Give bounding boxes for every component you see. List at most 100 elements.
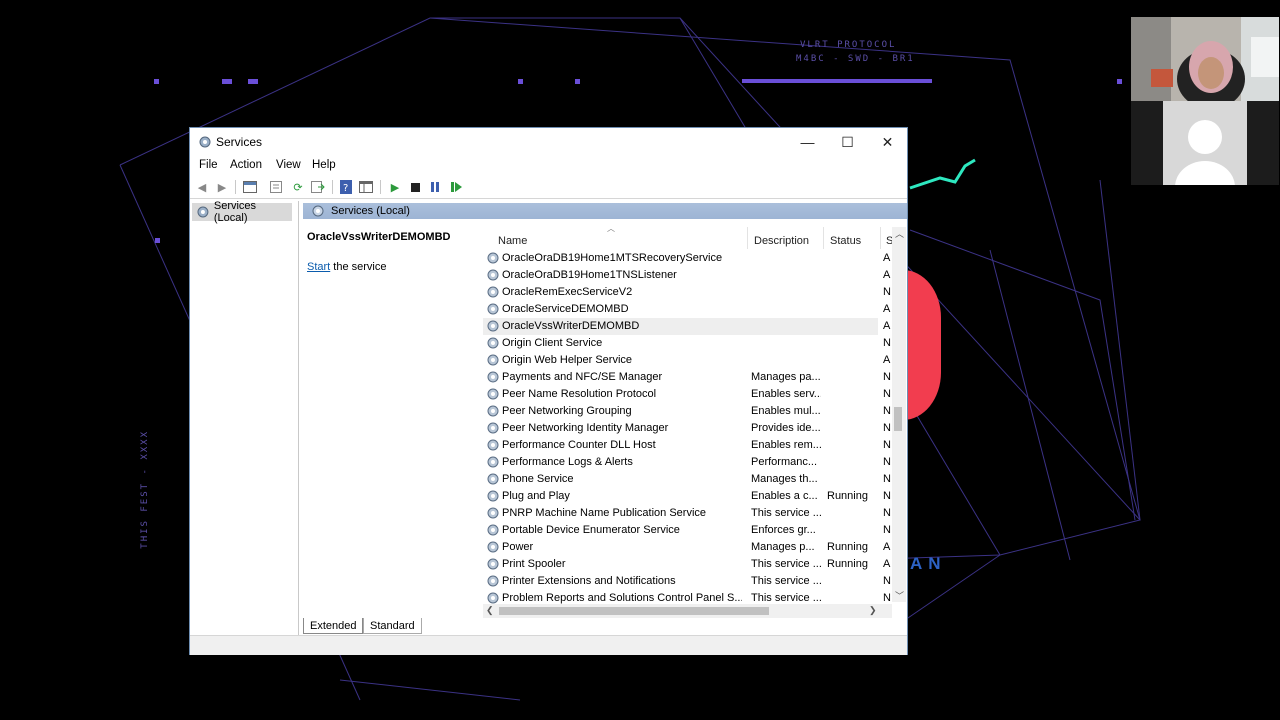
back-arrow-icon[interactable]: ◀	[194, 179, 210, 195]
pause-icon[interactable]	[427, 179, 443, 195]
service-description-cell: Enables rem...	[751, 439, 821, 451]
gear-icon	[486, 523, 500, 540]
scroll-down-icon[interactable]: ﹀	[895, 589, 904, 602]
gear-icon	[486, 268, 500, 285]
service-name-cell: OracleServiceDEMOMBD	[502, 303, 629, 315]
table-row[interactable]: Performance Logs & Alerts Performanc... N	[483, 454, 891, 471]
tab-extended[interactable]: Extended	[303, 618, 364, 634]
service-name-cell: OracleRemExecServiceV2	[502, 286, 633, 298]
table-row[interactable]: OracleVssWriterDEMOMBD A	[483, 318, 890, 335]
scroll-up-icon[interactable]: ︿	[895, 227, 904, 240]
properties-icon[interactable]	[268, 179, 284, 195]
title-bar[interactable]: Services — ☐ ✕	[190, 128, 907, 156]
gear-icon	[486, 387, 500, 404]
status-bar	[190, 635, 907, 655]
horizontal-scroll-thumb[interactable]	[499, 607, 769, 615]
tab-standard[interactable]: Standard	[363, 618, 422, 634]
play-icon[interactable]: ▶	[387, 179, 403, 195]
minimize-button[interactable]: —	[787, 128, 828, 156]
table-row[interactable]: Peer Name Resolution Protocol Enables ser…	[483, 386, 891, 404]
stop-icon[interactable]	[407, 179, 423, 195]
menu-bar: File Action View Help	[190, 157, 907, 175]
table-row[interactable]: OracleOraDB19Home1TNSListener A	[483, 267, 890, 285]
view-tabs: Extended Standard	[303, 616, 603, 634]
service-name-cell: OracleOraDB19Home1MTSRecoveryService	[502, 252, 723, 264]
start-service-line: Start the service	[307, 261, 386, 273]
table-row[interactable]: OracleServiceDEMOMBD A	[483, 301, 890, 318]
help-icon[interactable]: ?	[338, 179, 354, 195]
service-startup-cell: N	[883, 439, 891, 451]
maximize-button[interactable]: ☐	[827, 128, 868, 156]
console-icon[interactable]	[358, 179, 374, 195]
pane-header-label: Services (Local)	[331, 205, 410, 217]
column-header-status[interactable]: Status	[830, 235, 861, 247]
service-startup-cell: N	[883, 422, 891, 434]
service-name-cell: Peer Networking Identity Manager	[502, 422, 669, 434]
avatar	[1163, 101, 1247, 185]
table-row[interactable]: Payments and NFC/SE Manager Manages pa...…	[483, 369, 891, 386]
table-row[interactable]: Printer Extensions and Notifications This…	[483, 573, 891, 591]
webcam-placeholder-tile	[1131, 101, 1279, 185]
vertical-scroll-thumb[interactable]	[894, 407, 902, 431]
service-startup-cell: A	[883, 303, 891, 315]
forward-arrow-icon[interactable]: ▶	[214, 179, 230, 195]
service-startup-cell: N	[883, 286, 891, 298]
table-row[interactable]: OracleRemExecServiceV2 N	[483, 284, 891, 301]
close-button[interactable]: ✕	[867, 128, 908, 156]
gear-icon	[486, 404, 500, 421]
table-row[interactable]: Peer Networking Identity Manager Provides…	[483, 420, 891, 438]
service-startup-cell: A	[883, 252, 891, 264]
menu-help[interactable]: Help	[312, 159, 336, 171]
menu-view[interactable]: View	[276, 159, 301, 171]
scroll-left-icon[interactable]: ❮	[486, 605, 494, 616]
start-service-link[interactable]: Start	[307, 261, 330, 273]
show-tree-icon[interactable]	[242, 179, 258, 195]
menu-action[interactable]: Action	[230, 159, 262, 171]
tree-item-services-local[interactable]: Services (Local)	[192, 200, 292, 224]
service-name-cell: Plug and Play	[502, 490, 570, 502]
gear-icon	[486, 472, 500, 489]
service-name-cell: Phone Service	[502, 473, 574, 485]
gear-icon	[486, 574, 500, 591]
service-name-cell: Peer Name Resolution Protocol	[502, 388, 657, 400]
scroll-right-icon[interactable]: ❯	[869, 605, 877, 616]
vertical-scrollbar[interactable]: ︿ ﹀	[892, 227, 906, 602]
gear-icon	[486, 421, 500, 438]
service-startup-cell: A	[883, 558, 891, 570]
table-row[interactable]: Origin Client Service N	[483, 335, 891, 352]
service-description-cell: Enables mul...	[751, 405, 821, 417]
table-row[interactable]: Peer Networking Grouping Enables mul... N	[483, 403, 891, 421]
table-row[interactable]: Performance Counter DLL Host Enables rem.…	[483, 437, 891, 454]
table-row[interactable]: Portable Device Enumerator Service Enforc…	[483, 522, 891, 540]
table-row[interactable]: Power Manages p... Running A	[483, 539, 890, 556]
service-name-cell: Power	[502, 541, 534, 553]
selected-service-name: OracleVssWriterDEMOMBD	[307, 231, 451, 243]
table-row[interactable]: Origin Web Helper Service A	[483, 352, 890, 369]
table-row[interactable]: OracleOraDB19Home1MTSRecoveryService A	[483, 250, 890, 267]
start-service-suffix: the service	[330, 261, 387, 273]
service-description-cell: This service ...	[751, 575, 821, 587]
export-list-icon[interactable]	[310, 179, 326, 195]
toolbar: ◀ ▶ ⟳ ? ▶	[190, 176, 907, 199]
table-row[interactable]: PNRP Machine Name Publication Service Thi…	[483, 505, 891, 522]
gear-icon	[486, 489, 500, 506]
service-startup-cell: N	[883, 371, 891, 383]
tree-item-label: Services (Local)	[213, 200, 257, 224]
column-header-description[interactable]: Description	[754, 235, 809, 247]
service-name-cell: Peer Networking Grouping	[502, 405, 632, 417]
service-name-cell: OracleVssWriterDEMOMBD	[502, 320, 640, 332]
table-row[interactable]: Plug and Play Enables a c... Running N	[483, 488, 891, 506]
service-startup-cell: N	[883, 337, 891, 349]
background-big-text: AN	[910, 554, 947, 573]
service-name-cell: Problem Reports and Solutions Control Pa…	[502, 592, 742, 604]
service-name-cell: Origin Web Helper Service	[502, 354, 633, 366]
service-startup-cell: N	[883, 473, 891, 485]
table-row[interactable]: Phone Service Manages th... N	[483, 471, 891, 489]
background-corner-subtext: M4BC - SWD - BR1	[796, 54, 915, 64]
resume-icon[interactable]	[448, 179, 464, 195]
menu-file[interactable]: File	[199, 159, 218, 171]
table-row[interactable]: Print Spooler This service ... Running A	[483, 556, 890, 573]
console-tree: Services (Local)	[190, 200, 299, 635]
column-header-name[interactable]: Name	[498, 235, 527, 247]
refresh-icon[interactable]: ⟳	[290, 179, 306, 195]
